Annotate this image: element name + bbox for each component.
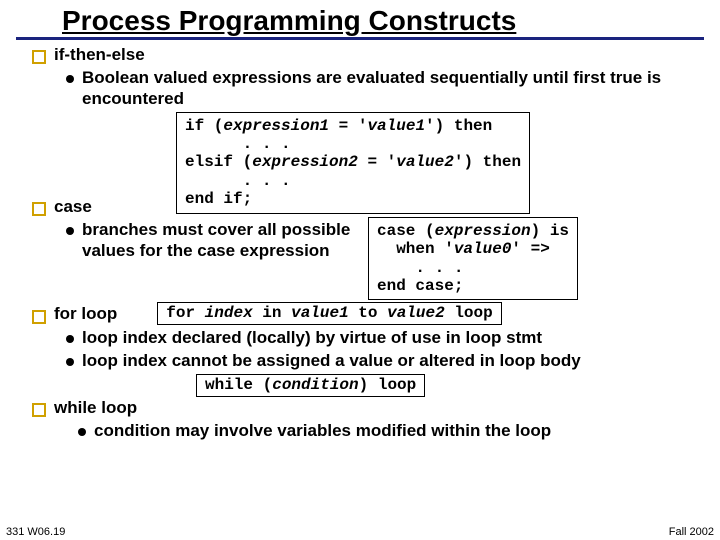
section-for: for loop for index in value1 to value2 l… xyxy=(32,302,696,324)
heading-if: if-then-else xyxy=(54,44,145,65)
heading-for: for loop xyxy=(54,303,117,324)
text-case-desc: branches must cover all possible values … xyxy=(82,219,356,262)
text-for-2: loop index cannot be assigned a value or… xyxy=(82,350,581,371)
code-for: for index in value1 to value2 loop xyxy=(157,302,501,324)
bullet-square-icon xyxy=(32,403,46,417)
text-if-desc: Boolean valued expressions are evaluated… xyxy=(82,67,696,110)
footer-left: 331 W06.19 xyxy=(6,526,65,538)
bullet-dot-icon xyxy=(66,227,74,235)
content-area: if-then-else Boolean valued expressions … xyxy=(0,44,720,441)
section-while: while loop xyxy=(32,397,696,418)
footer-right: Fall 2002 xyxy=(669,526,714,538)
heading-while: while loop xyxy=(54,397,137,418)
bullet-dot-icon xyxy=(66,75,74,83)
bullet-square-icon xyxy=(32,310,46,324)
bullet-dot-icon xyxy=(78,428,86,436)
bullet-for-1: loop index declared (locally) by virtue … xyxy=(66,327,696,348)
bullet-square-icon xyxy=(32,50,46,64)
bullet-dot-icon xyxy=(66,358,74,366)
code-if: if (expression1 = 'value1') then . . . e… xyxy=(176,112,530,214)
section-if: if-then-else xyxy=(32,44,696,65)
bullet-if-desc: Boolean valued expressions are evaluated… xyxy=(66,67,696,110)
bullet-dot-icon xyxy=(66,335,74,343)
bullet-case-desc: branches must cover all possible values … xyxy=(66,219,356,262)
bullet-for-2: loop index cannot be assigned a value or… xyxy=(66,350,696,371)
page-title: Process Programming Constructs xyxy=(16,0,704,40)
text-for-1: loop index declared (locally) by virtue … xyxy=(82,327,542,348)
bullet-while-desc: condition may involve variables modified… xyxy=(78,420,696,441)
heading-case: case xyxy=(54,196,92,217)
code-while: while (condition) loop xyxy=(196,374,425,396)
code-case: case (expression) is when 'value0' => . … xyxy=(368,217,578,301)
bullet-square-icon xyxy=(32,202,46,216)
text-while-desc: condition may involve variables modified… xyxy=(94,420,551,441)
